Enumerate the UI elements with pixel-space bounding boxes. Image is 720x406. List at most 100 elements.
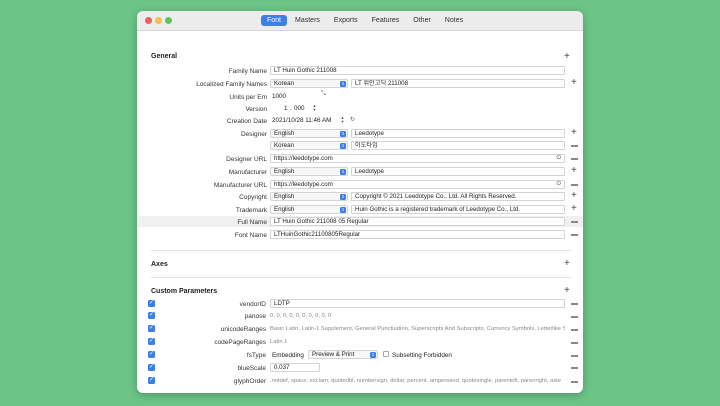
add-copyright-icon[interactable]: + bbox=[571, 191, 577, 201]
minimize-window-icon[interactable] bbox=[155, 17, 162, 24]
title-bar: Font Masters Exports Features Other Note… bbox=[137, 11, 583, 31]
tab-notes[interactable]: Notes bbox=[439, 15, 469, 26]
resize-arrows-icon[interactable]: ⤡ bbox=[321, 91, 326, 98]
version-minor-field[interactable]: 000 bbox=[294, 105, 305, 112]
remove-glyphorder-icon[interactable] bbox=[571, 381, 578, 383]
custom-parameters-title: Custom Parameters bbox=[151, 288, 218, 295]
tab-masters[interactable]: Masters bbox=[289, 15, 326, 26]
bluescale-checkbox[interactable]: ✓ bbox=[148, 364, 155, 371]
glyphorder-label: glyphOrder bbox=[233, 378, 266, 385]
full-name-field[interactable]: LT Huin Gothic 211008 05 Regular bbox=[270, 217, 565, 226]
localized-language-select[interactable]: Korean ⇕ bbox=[270, 79, 348, 88]
units-per-em-label: Units per Em bbox=[229, 94, 267, 101]
add-axis-icon[interactable]: + bbox=[564, 259, 570, 269]
vendorid-checkbox[interactable]: ✓ bbox=[148, 300, 155, 307]
remove-codepageranges-icon[interactable] bbox=[571, 342, 578, 344]
codepageranges-value[interactable]: Latin 1 bbox=[270, 339, 565, 345]
font-name-field[interactable]: LTHuinGothic21100805Regular bbox=[270, 230, 565, 239]
chevron-updown-icon: ⇕ bbox=[340, 131, 346, 137]
tab-features[interactable]: Features bbox=[366, 15, 406, 26]
date-stepper[interactable]: ▲ ▼ bbox=[340, 116, 345, 124]
designer-language-select-2[interactable]: Korean ⇕ bbox=[270, 141, 348, 150]
panose-label: panose bbox=[244, 313, 266, 320]
manufacturer-field[interactable]: Leedotype bbox=[351, 167, 565, 176]
remove-font-name-icon[interactable] bbox=[571, 234, 578, 236]
manufacturer-language-select[interactable]: English ⇕ bbox=[270, 167, 348, 176]
subsetting-forbidden-checkbox[interactable] bbox=[383, 351, 389, 357]
open-url-icon[interactable]: ⊙ bbox=[556, 179, 561, 187]
remove-designer-url-icon[interactable] bbox=[571, 158, 578, 160]
unicoderanges-checkbox[interactable]: ✓ bbox=[148, 325, 155, 332]
remove-manufacturer-url-icon[interactable] bbox=[571, 184, 578, 186]
open-url-icon[interactable]: ⊙ bbox=[556, 153, 561, 161]
tab-bar: Font Masters Exports Features Other Note… bbox=[261, 15, 469, 27]
copyright-language-select[interactable]: English ⇕ bbox=[270, 192, 348, 201]
vendorid-field[interactable]: LDTP bbox=[270, 299, 565, 308]
add-trademark-icon[interactable]: + bbox=[571, 204, 577, 214]
designer-language-select-1[interactable]: English ⇕ bbox=[270, 129, 348, 138]
copyright-field[interactable]: Copyright © 2021 Leedotype Co., Ltd. All… bbox=[351, 192, 565, 201]
font-info-content: General + Family Name LT Huin Gothic 211… bbox=[137, 32, 583, 393]
trademark-language-value: English bbox=[274, 206, 295, 213]
manufacturer-language-value: English bbox=[274, 168, 295, 175]
chevron-updown-icon: ⇕ bbox=[340, 194, 346, 200]
general-section-title: General bbox=[151, 53, 178, 60]
family-name-field[interactable]: LT Huin Gothic 211008 bbox=[270, 66, 565, 75]
version-stepper[interactable]: ▲ ▼ bbox=[312, 104, 317, 112]
refresh-date-icon[interactable]: ↻ bbox=[350, 116, 355, 123]
fstype-embedding-select[interactable]: Preview & Print ⇕ bbox=[308, 350, 378, 359]
font-info-window: Font Masters Exports Features Other Note… bbox=[137, 11, 583, 393]
panose-value[interactable]: 0, 0, 0, 0, 0, 0, 0, 0, 0, 0 bbox=[270, 313, 565, 319]
creation-date-field[interactable]: 2021/10/28 11:46 AM bbox=[272, 117, 331, 124]
localized-language-value: Korean bbox=[274, 80, 294, 87]
chevron-updown-icon: ⇕ bbox=[340, 207, 346, 213]
glyphorder-value[interactable]: .notdef, space, exclam, quotedbl, number… bbox=[270, 378, 565, 384]
designer-language-value-1: English bbox=[274, 130, 295, 137]
codepageranges-label: codePageRanges bbox=[214, 339, 266, 346]
font-name-label: Font Name bbox=[234, 232, 267, 239]
add-manufacturer-icon[interactable]: + bbox=[571, 166, 577, 176]
tab-exports[interactable]: Exports bbox=[328, 15, 364, 26]
units-per-em-field[interactable]: 1000 bbox=[272, 93, 286, 100]
add-designer-icon[interactable]: + bbox=[571, 128, 577, 138]
version-separator: . bbox=[290, 105, 292, 112]
designer-label: Designer bbox=[240, 131, 267, 138]
remove-full-name-icon[interactable] bbox=[571, 221, 578, 223]
remove-bluescale-icon[interactable] bbox=[571, 367, 578, 369]
panose-checkbox[interactable]: ✓ bbox=[148, 312, 155, 319]
bluescale-field[interactable]: 0.037 bbox=[270, 363, 320, 372]
tab-font[interactable]: Font bbox=[261, 15, 288, 26]
full-name-label: Full Name bbox=[237, 219, 267, 226]
remove-vendorid-icon[interactable] bbox=[571, 303, 578, 305]
fstype-checkbox[interactable]: ✓ bbox=[148, 351, 155, 358]
chevron-updown-icon: ⇕ bbox=[340, 143, 346, 149]
chevron-updown-icon: ⇕ bbox=[340, 81, 346, 87]
close-window-icon[interactable] bbox=[145, 17, 152, 24]
chevron-updown-icon: ⇕ bbox=[340, 169, 346, 175]
version-major-field[interactable]: 1 bbox=[284, 105, 288, 112]
add-custom-parameter-icon[interactable]: + bbox=[564, 286, 570, 296]
zoom-window-icon[interactable] bbox=[165, 17, 172, 24]
tab-other[interactable]: Other bbox=[407, 15, 437, 26]
manufacturer-url-field[interactable]: https://leedotype.com bbox=[270, 180, 565, 189]
glyphorder-checkbox[interactable]: ✓ bbox=[148, 377, 155, 384]
add-general-icon[interactable]: + bbox=[564, 52, 570, 62]
remove-fstype-icon[interactable] bbox=[571, 355, 578, 357]
designer-url-field[interactable]: https://leedotype.com bbox=[270, 154, 565, 163]
codepageranges-checkbox[interactable]: ✓ bbox=[148, 338, 155, 345]
localized-family-field[interactable]: LT 휘인고딕 211008 bbox=[351, 79, 565, 88]
trademark-field[interactable]: Huin Gothic is a registered trademark of… bbox=[351, 205, 565, 214]
designer-field-2[interactable]: 이도타입 bbox=[351, 141, 565, 150]
unicoderanges-value[interactable]: Basic Latin, Latin-1 Supplement, General… bbox=[270, 326, 565, 332]
designer-language-value-2: Korean bbox=[274, 142, 294, 149]
remove-panose-icon[interactable] bbox=[571, 316, 578, 318]
manufacturer-url-label: Manufacturer URL bbox=[213, 182, 267, 189]
version-label: Version bbox=[245, 106, 267, 113]
trademark-language-select[interactable]: English ⇕ bbox=[270, 205, 348, 214]
remove-unicoderanges-icon[interactable] bbox=[571, 329, 578, 331]
axes-section-title: Axes bbox=[151, 261, 168, 268]
designer-url-label: Designer URL bbox=[226, 156, 267, 163]
remove-designer-icon[interactable] bbox=[571, 145, 578, 147]
designer-field-1[interactable]: Leedotype bbox=[351, 129, 565, 138]
add-localized-name-icon[interactable]: + bbox=[571, 78, 577, 88]
